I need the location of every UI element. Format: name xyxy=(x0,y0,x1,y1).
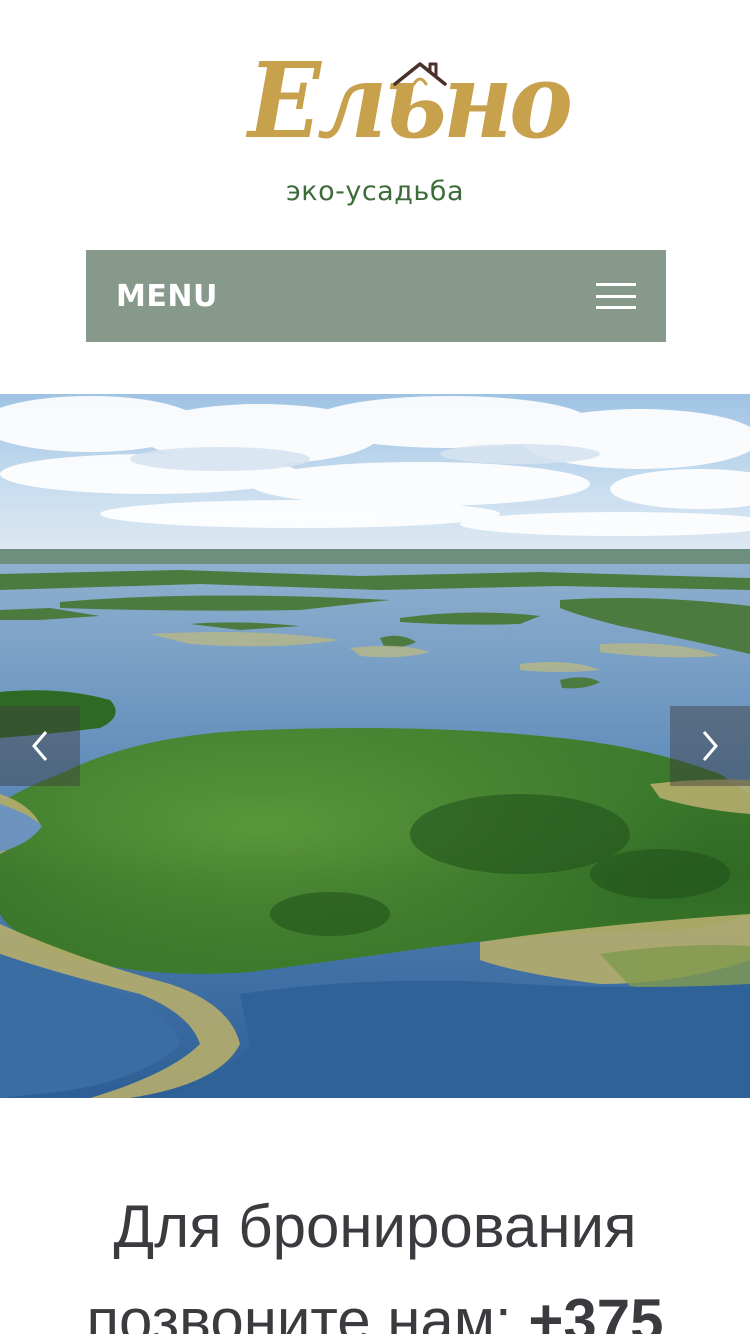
booking-line-1: Для бронирования xyxy=(113,1193,637,1260)
house-roof-icon xyxy=(393,62,447,86)
menu-toggle-button[interactable]: MENU xyxy=(86,250,666,342)
logo-wordmark: Ельно xyxy=(248,39,573,162)
menu-label: MENU xyxy=(116,278,218,314)
booking-call-text: позвоните нам: xyxy=(86,1287,529,1334)
page: Ельно эко-усадьба MENU Для бронирования … xyxy=(0,0,750,1334)
hero-slider[interactable] xyxy=(0,394,750,1098)
booking-callout: Для бронирования позвоните нам: +375 xyxy=(0,1180,750,1334)
site-logo[interactable]: Ельно эко-усадьба xyxy=(0,28,750,218)
chevron-right-icon xyxy=(702,731,718,761)
logo-subtitle: эко-усадьба xyxy=(285,176,465,207)
booking-line-2: позвоните нам: +375 xyxy=(0,1274,750,1334)
slider-next-button[interactable] xyxy=(670,706,750,786)
slide-image xyxy=(0,394,750,1098)
booking-phone-link[interactable]: +375 xyxy=(528,1287,663,1334)
slider-prev-button[interactable] xyxy=(0,706,80,786)
chevron-left-icon xyxy=(32,731,48,761)
hamburger-icon xyxy=(596,283,636,309)
